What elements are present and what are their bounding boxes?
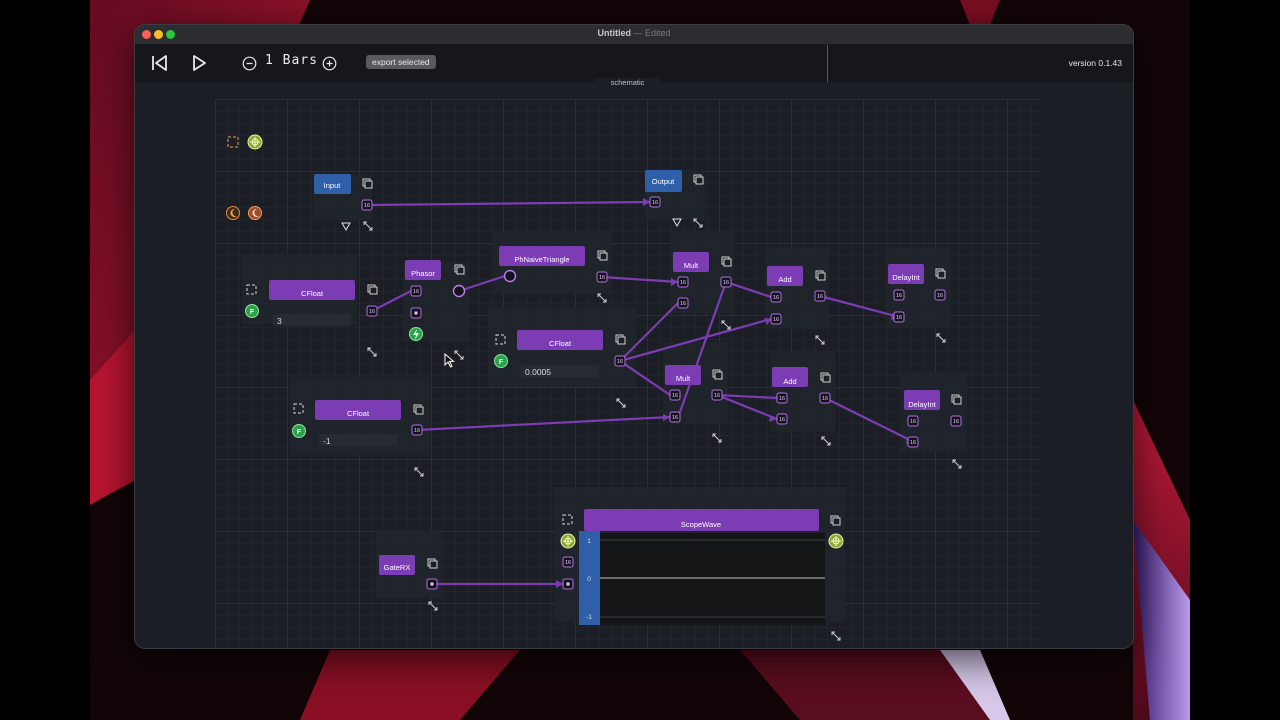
mult1-title: Mult (684, 261, 699, 270)
port-label: 16 (672, 415, 678, 421)
port-label: 16 (672, 393, 678, 399)
cfloat1-title: CFloat (301, 289, 324, 298)
input-title: Input (324, 181, 342, 190)
port-label: 16 (680, 301, 686, 307)
gaterx-title: GateRX (384, 563, 411, 572)
svg-text:F: F (499, 359, 504, 366)
port-label: 16 (723, 280, 729, 286)
port-label: 16 (822, 396, 828, 402)
play-icon[interactable] (189, 53, 209, 73)
port-label: 16 (896, 293, 902, 299)
port-label: 16 (773, 317, 779, 323)
scope-tick-top: 1 (587, 538, 591, 545)
scope-tick-bottom: -1 (586, 614, 592, 621)
port-label: 16 (565, 560, 571, 566)
bars-unit: Bars (282, 53, 318, 68)
phasor-out-port (452, 284, 466, 298)
port-label: 16 (414, 428, 420, 434)
port-label: 16 (599, 275, 605, 281)
export-selected-button[interactable]: export selected (366, 55, 436, 69)
port-label: 16 (779, 417, 785, 423)
port-label: 16 (773, 295, 779, 301)
moon-icon (226, 206, 240, 220)
port-label: 16 (680, 280, 686, 286)
phnaive-in-port (503, 269, 517, 283)
cfloat3-title: CFloat (347, 409, 370, 418)
phasor-title: Phasor (411, 269, 435, 278)
schematic-canvas[interactable]: Input Output Phasor PhNaiveTriangle CFlo… (135, 78, 1133, 648)
output-title: Output (652, 177, 675, 186)
moon-icon (248, 206, 262, 220)
scope-display (579, 531, 825, 625)
port-label: 16 (937, 293, 943, 299)
cfloat3-value: -1 (323, 436, 331, 446)
title-separator: — (630, 28, 645, 38)
port-label: 16 (364, 203, 370, 209)
add1-title: Add (778, 275, 791, 284)
port-label: 16 (953, 419, 959, 425)
window-title: Untitled — Edited (135, 28, 1133, 38)
port-label: 16 (369, 309, 375, 315)
toolbar: 1 Bars export selected version 0.1.43 (135, 45, 1133, 84)
minus-circle-icon[interactable] (241, 55, 257, 71)
title-bar: Untitled — Edited (135, 25, 1133, 45)
port-label: 16 (413, 289, 419, 295)
cfloat3-value-field (319, 434, 397, 446)
scope-title: ScopeWave (681, 520, 721, 529)
toolbar-divider (827, 45, 828, 84)
phnaive-title: PhNaiveTriangle (514, 255, 569, 264)
port-label: 16 (817, 294, 823, 300)
plus-circle-icon[interactable] (321, 55, 337, 71)
schematic-graph[interactable]: Input Output Phasor PhNaiveTriangle CFlo… (135, 82, 1133, 648)
scope-tick-mid: 0 (587, 576, 591, 583)
port-label: 16 (910, 419, 916, 425)
delay2-title: DelayInt (908, 400, 936, 409)
cfloat1-value-field (273, 314, 351, 326)
mouse-cursor-icon (444, 353, 455, 368)
cfloat2-title: CFloat (549, 339, 572, 348)
cfloat2-value: 0.0005 (525, 367, 551, 377)
svg-text:F: F (250, 309, 255, 316)
port-label: 16 (652, 200, 658, 206)
port-label: 16 (910, 440, 916, 446)
scope-plot-area (600, 533, 825, 625)
bars-readout: 1 Bars (265, 53, 318, 68)
port-label: 16 (617, 359, 623, 365)
svg-text:F: F (297, 429, 302, 436)
skip-back-icon[interactable] (149, 53, 169, 73)
bars-count: 1 (265, 53, 274, 68)
document-state: Edited (644, 28, 671, 38)
mult2-title: Mult (676, 374, 691, 383)
version-label: version 0.1.43 (1068, 58, 1122, 68)
add2-title: Add (783, 377, 796, 386)
app-window: Untitled — Edited 1 Bars export selected… (135, 25, 1133, 648)
schematic-title: schematic (595, 78, 660, 87)
delay1-title: DelayInt (892, 273, 920, 282)
port-label: 16 (896, 315, 902, 321)
port-label: 16 (714, 393, 720, 399)
cfloat1-value: 3 (277, 316, 282, 326)
port-label: 16 (779, 396, 785, 402)
document-name: Untitled (597, 28, 631, 38)
